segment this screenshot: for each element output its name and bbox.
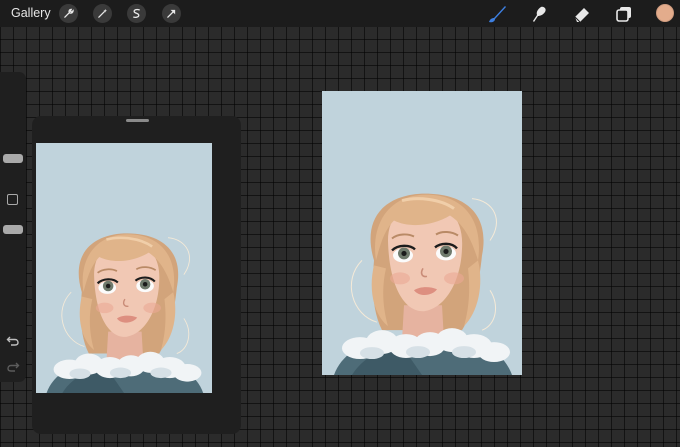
top-toolbar: Gallery <box>0 0 680 27</box>
redo-icon[interactable] <box>6 360 20 374</box>
modify-button[interactable] <box>7 194 18 205</box>
smudge-icon[interactable] <box>528 3 550 25</box>
undo-icon[interactable] <box>6 334 20 348</box>
eraser-icon[interactable] <box>571 3 593 25</box>
reference-image <box>36 143 212 393</box>
transform-arrow-icon[interactable] <box>162 4 181 23</box>
layers-icon[interactable] <box>613 3 635 25</box>
gallery-button[interactable]: Gallery <box>11 6 51 20</box>
wrench-icon[interactable] <box>59 4 78 23</box>
brush-size-slider[interactable] <box>3 154 23 163</box>
left-sidebar <box>0 72 26 382</box>
reference-window[interactable] <box>32 116 241 434</box>
opacity-slider[interactable] <box>3 225 23 234</box>
drawing-canvas[interactable] <box>322 91 522 375</box>
color-picker-swatch[interactable] <box>656 4 674 22</box>
selection-icon[interactable] <box>127 4 146 23</box>
magic-wand-icon[interactable] <box>93 4 112 23</box>
reference-drag-handle[interactable] <box>126 119 149 122</box>
brush-icon[interactable] <box>486 3 508 25</box>
